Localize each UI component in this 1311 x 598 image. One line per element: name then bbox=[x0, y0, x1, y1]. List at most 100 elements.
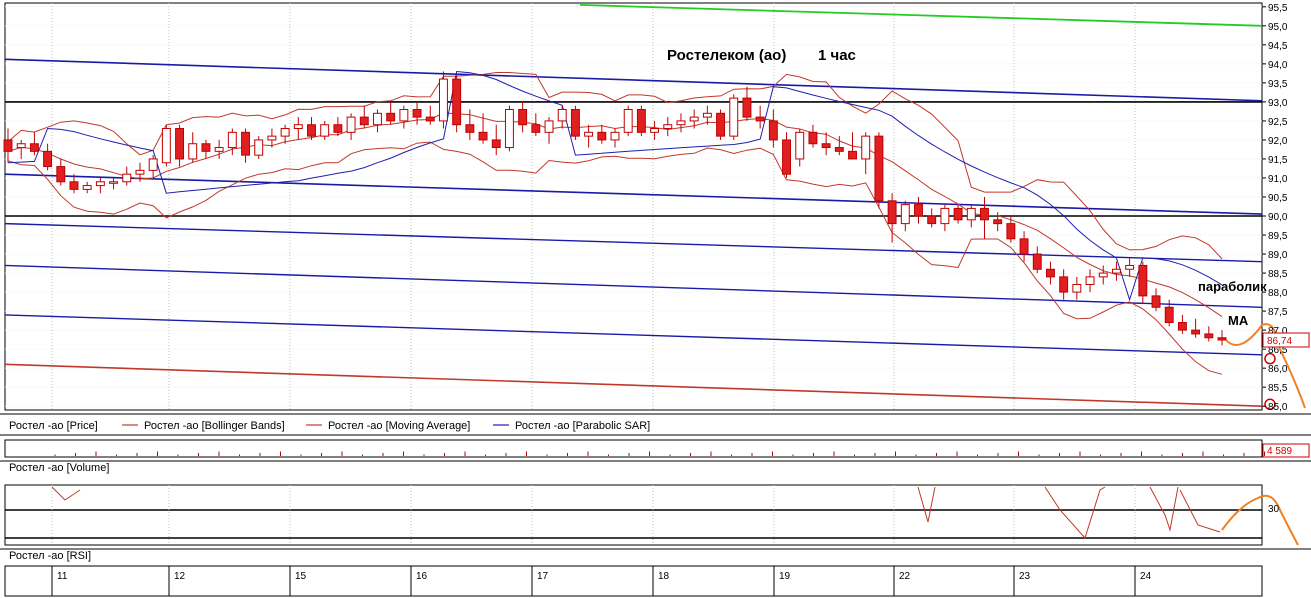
candle-body bbox=[1138, 264, 1148, 297]
candle-body bbox=[834, 147, 844, 152]
candle-body bbox=[452, 78, 462, 126]
annotation-parabolic: параболик bbox=[1198, 279, 1267, 294]
candle-body bbox=[966, 207, 976, 221]
candle-body bbox=[557, 109, 567, 122]
day-label: 23 bbox=[1019, 571, 1031, 582]
candle-body bbox=[1111, 268, 1121, 274]
candle-body bbox=[544, 120, 554, 133]
candle-body bbox=[716, 112, 726, 137]
day-label: 24 bbox=[1140, 571, 1152, 582]
candle-body bbox=[491, 139, 501, 149]
candle-body bbox=[927, 215, 937, 225]
candle-body bbox=[1059, 276, 1069, 293]
candle-body bbox=[584, 131, 594, 137]
price-tick-label: 93,0 bbox=[1268, 98, 1288, 109]
price-tick-label: 94,0 bbox=[1268, 60, 1288, 71]
price-tick-label: 89,5 bbox=[1268, 231, 1288, 242]
candle-body bbox=[254, 139, 264, 156]
candle-body bbox=[848, 150, 857, 160]
candle-body bbox=[333, 124, 343, 133]
price-tick-label: 85,0 bbox=[1268, 402, 1288, 413]
rsi-level-label: 30 bbox=[1268, 504, 1280, 515]
candle-body bbox=[874, 135, 884, 202]
candle-body bbox=[1151, 295, 1161, 308]
day-label: 15 bbox=[295, 571, 307, 582]
volume-label: Ростел -ао [Volume] bbox=[9, 462, 109, 474]
candle-body bbox=[135, 169, 145, 175]
candle-body bbox=[201, 143, 211, 152]
candle-body bbox=[1217, 337, 1227, 341]
candle-body bbox=[795, 131, 805, 160]
price-tick-label: 95,5 bbox=[1268, 3, 1288, 14]
candle-body bbox=[122, 173, 132, 183]
candle-body bbox=[320, 124, 330, 137]
candle-body bbox=[214, 147, 224, 152]
price-tick-label: 88,0 bbox=[1268, 288, 1288, 299]
candle-body bbox=[980, 207, 989, 221]
candle-body bbox=[373, 112, 382, 126]
candle-body bbox=[95, 181, 105, 187]
candle-body bbox=[148, 158, 158, 171]
candle-body bbox=[1177, 322, 1187, 331]
candle-body bbox=[1204, 333, 1214, 339]
chart-title: Ростелеком (ао) bbox=[667, 47, 786, 64]
candle-body bbox=[1098, 272, 1108, 278]
candle-body bbox=[755, 116, 765, 122]
candle-body bbox=[438, 78, 448, 122]
candle-body bbox=[914, 204, 923, 217]
price-tick-label: 89,0 bbox=[1268, 250, 1288, 261]
candle-body bbox=[1085, 276, 1095, 285]
candle-body bbox=[729, 97, 739, 137]
legend-item: Ростел -ао [Parabolic SAR] bbox=[515, 420, 650, 432]
price-tick-label: 92,0 bbox=[1268, 136, 1288, 147]
candle-body bbox=[425, 116, 435, 122]
candle-body bbox=[56, 166, 66, 183]
candle-body bbox=[465, 124, 475, 133]
day-label: 12 bbox=[174, 571, 186, 582]
price-tick-label: 88,5 bbox=[1268, 269, 1288, 280]
candle-body bbox=[504, 109, 514, 149]
candle-body bbox=[887, 200, 897, 225]
candle-body bbox=[861, 135, 871, 160]
candle-body bbox=[3, 139, 13, 152]
day-label: 16 bbox=[416, 571, 428, 582]
day-label: 18 bbox=[658, 571, 670, 582]
candle-body bbox=[782, 139, 792, 175]
candle-body bbox=[953, 207, 963, 221]
legend-item: Ростел -ао [Moving Average] bbox=[328, 420, 470, 432]
candle-body bbox=[821, 143, 831, 149]
candle-body bbox=[900, 204, 910, 225]
candle-body bbox=[650, 128, 660, 133]
price-tick-label: 93,5 bbox=[1268, 79, 1288, 90]
candle-body bbox=[478, 131, 488, 141]
candle-body bbox=[346, 116, 356, 133]
candle-body bbox=[307, 124, 316, 137]
price-tick-label: 86,0 bbox=[1268, 364, 1288, 375]
price-tick-label: 95,0 bbox=[1268, 22, 1288, 33]
candle-body bbox=[597, 131, 607, 141]
candle-body bbox=[161, 128, 171, 164]
candle-body bbox=[610, 131, 620, 141]
candle-body bbox=[1125, 264, 1135, 270]
candle-body bbox=[293, 124, 303, 130]
day-label: 22 bbox=[899, 571, 911, 582]
candle-body bbox=[623, 109, 633, 133]
candle-body bbox=[1164, 306, 1174, 324]
candle-body bbox=[399, 109, 409, 122]
candle-body bbox=[808, 131, 818, 145]
volume-value: 4 589 bbox=[1267, 446, 1292, 457]
candle-body bbox=[43, 150, 53, 168]
candle-body bbox=[188, 143, 198, 160]
candle-body bbox=[1006, 223, 1016, 240]
annotation-ma: MA bbox=[1228, 313, 1249, 328]
candle-body bbox=[227, 131, 237, 149]
price-tick-label: 87,5 bbox=[1268, 307, 1288, 318]
candle-body bbox=[768, 120, 778, 141]
rsi-label: Ростел -ао [RSI] bbox=[9, 550, 91, 562]
price-tick-label: 94,5 bbox=[1268, 41, 1288, 52]
candle-body bbox=[1019, 238, 1029, 255]
legend-item: Ростел -ао [Bollinger Bands] bbox=[144, 420, 285, 432]
price-tick-label: 91,5 bbox=[1268, 155, 1288, 166]
candle-body bbox=[280, 128, 290, 137]
price-tick-label: 90,5 bbox=[1268, 193, 1288, 204]
